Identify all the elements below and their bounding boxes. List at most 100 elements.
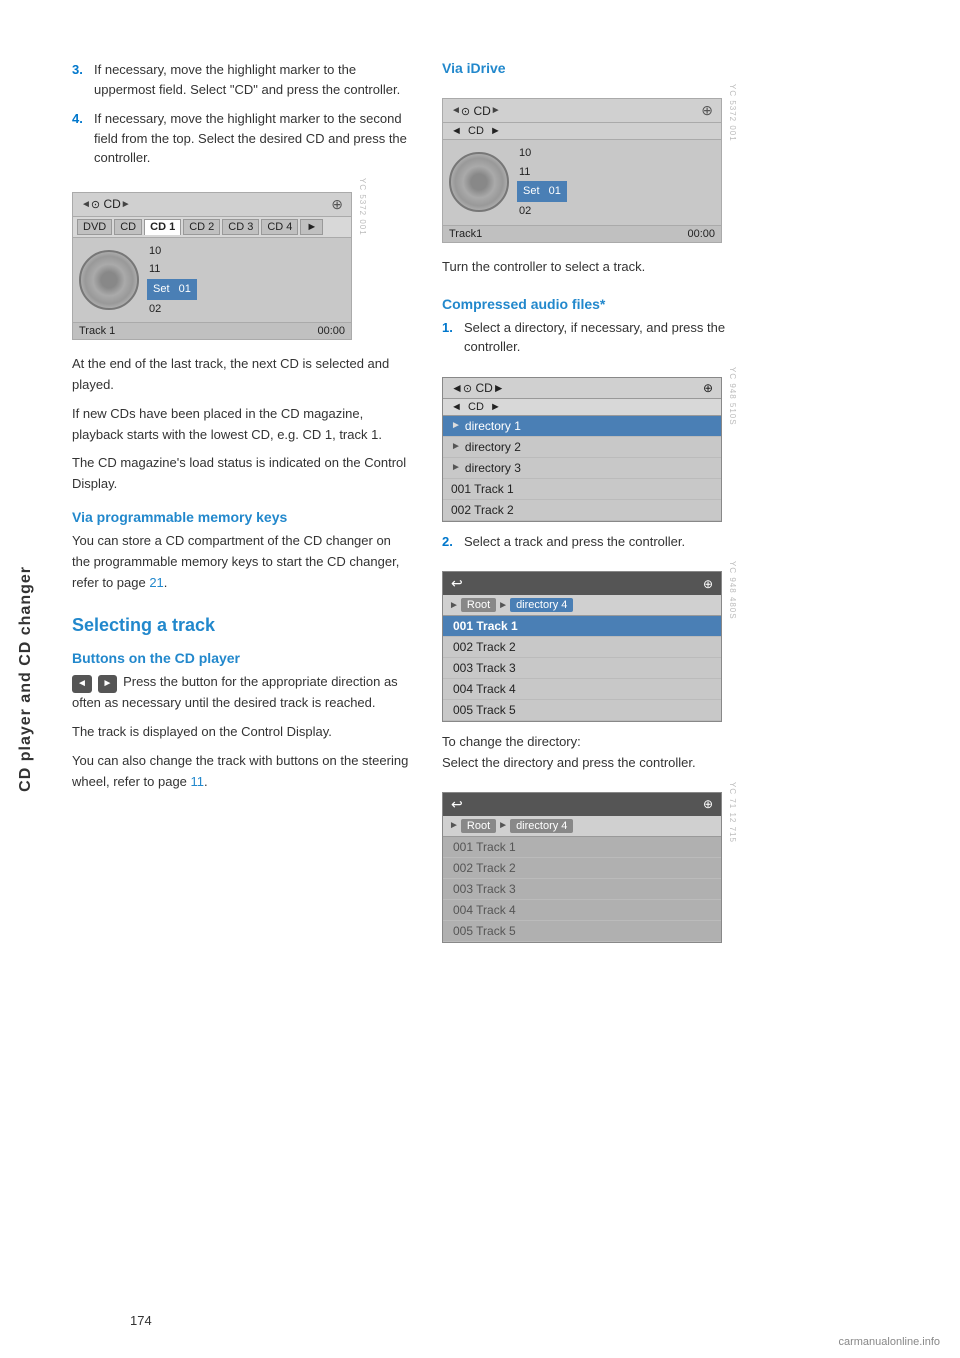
- step-3-text: If necessary, move the highlight marker …: [94, 60, 412, 99]
- dir-arrow-2: ►: [451, 441, 461, 452]
- track-row-2-3[interactable]: 003 Track 3: [443, 879, 721, 900]
- track-settings-icon-2: ⊕: [703, 797, 713, 811]
- path-dir-1[interactable]: directory 4: [510, 598, 573, 612]
- track-top-bar-1: ↩ ⊕: [443, 572, 721, 595]
- track-row-2-2[interactable]: 002 Track 2: [443, 858, 721, 879]
- tab-cd4[interactable]: CD 4: [261, 219, 298, 235]
- step-4: 4. If necessary, move the highlight mark…: [72, 109, 412, 168]
- track-row-1-2[interactable]: 002 Track 2: [443, 637, 721, 658]
- cd-nav-right: ►: [121, 199, 131, 210]
- idrive-screen: ◄ ⊙ CD ► ⊕ ◄ CD ► 10 11 Set: [442, 98, 722, 243]
- compressed-heading: Compressed audio files*: [442, 296, 782, 312]
- watermark: carmanualonline.info: [838, 1336, 940, 1348]
- dir-arrow-3: ►: [451, 462, 461, 473]
- tab-cd2[interactable]: CD 2: [183, 219, 220, 235]
- tab-dvd[interactable]: DVD: [77, 219, 112, 235]
- cd-time: 00:00: [317, 325, 345, 337]
- dir-row-track1[interactable]: 001 Track 1: [443, 479, 721, 500]
- path-arrow-root-2: ►: [449, 820, 459, 831]
- idrive-screen-wrap: ◄ ⊙ CD ► ⊕ ◄ CD ► 10 11 Set: [442, 84, 782, 257]
- track-path-bar-2: ► Root ► directory 4: [443, 816, 721, 837]
- tab-cd1[interactable]: CD 1: [144, 219, 181, 235]
- via-prog-text: You can store a CD compartment of the CD…: [72, 531, 412, 593]
- track-row-1-4[interactable]: 004 Track 4: [443, 679, 721, 700]
- cd-track-list: 10 11 Set 01 02: [147, 242, 197, 319]
- dir-row-track2[interactable]: 002 Track 2: [443, 500, 721, 521]
- compressed-step-2-num: 2.: [442, 532, 458, 552]
- idrive-track-10: 10: [517, 144, 567, 163]
- idrive-track-set-01: Set 01: [517, 181, 567, 202]
- path-arrow-dir-1: ►: [498, 600, 508, 611]
- dir-second-bar: ◄ CD ►: [443, 399, 721, 416]
- dir-row-1[interactable]: ► directory 1: [443, 416, 721, 437]
- idrive-time: 00:00: [687, 228, 715, 240]
- path-dir-2[interactable]: directory 4: [510, 819, 573, 833]
- step-4-text: If necessary, move the highlight marker …: [94, 109, 412, 168]
- idrive-disc-area: 10 11 Set 01 02: [443, 140, 721, 225]
- change-dir-text: To change the directory:Select the direc…: [442, 732, 782, 774]
- next-btn-icon[interactable]: ►: [98, 675, 118, 693]
- idrive-bottom-bar: Track1 00:00: [443, 225, 721, 242]
- idrive-settings-icon: ⊕: [701, 102, 713, 119]
- track-row-2-4[interactable]: 004 Track 4: [443, 900, 721, 921]
- path-arrow-dir-2: ►: [498, 820, 508, 831]
- prev-btn-icon[interactable]: ◄: [72, 675, 92, 693]
- dir-row-2[interactable]: ► directory 2: [443, 437, 721, 458]
- idrive-disc-graphic: [449, 152, 509, 212]
- idrive-track-02: 02: [517, 202, 567, 221]
- track-row-1-3[interactable]: 003 Track 3: [443, 658, 721, 679]
- compressed-step-2-text: Select a track and press the controller.: [464, 532, 685, 552]
- screen-label-dir: YC 948 510S: [728, 367, 737, 426]
- dir-arrow-1: ►: [451, 420, 461, 431]
- tab-cd[interactable]: CD: [114, 219, 142, 235]
- screen-label-track2: YC 71 12 715: [728, 782, 737, 843]
- idrive-nav-right: ►: [491, 105, 501, 116]
- buttons-heading: Buttons on the CD player: [72, 650, 412, 666]
- track-10: 10: [147, 242, 197, 261]
- page-link-21[interactable]: 21: [149, 575, 163, 590]
- track-11: 11: [147, 260, 197, 279]
- path-root-1[interactable]: Root: [461, 598, 496, 612]
- dir-top-bar: ◄ ⊙ CD ► ⊕: [443, 378, 721, 399]
- track-row-2-5[interactable]: 005 Track 5: [443, 921, 721, 942]
- track-02: 02: [147, 300, 197, 319]
- idrive-top-bar: ◄ ⊙ CD ► ⊕: [443, 99, 721, 123]
- dir-label-1: directory 1: [465, 419, 521, 433]
- right-column: Via iDrive ◄ ⊙ CD ► ⊕ ◄ CD ►: [442, 60, 782, 953]
- tab-more[interactable]: ►: [300, 219, 323, 235]
- compressed-step-1-num: 1.: [442, 318, 458, 357]
- track-screen-1-wrap: ↩ ⊕ ► Root ► directory 4 001 Track 1 002…: [442, 561, 782, 732]
- track-screen-2-wrap: ↩ ⊕ ► Root ► directory 4 001 Track 1 002…: [442, 782, 782, 953]
- sidebar-label: CD player and CD changer: [17, 566, 35, 792]
- page-link-11[interactable]: 11: [191, 774, 205, 789]
- track-row-2-1[interactable]: 001 Track 1: [443, 837, 721, 858]
- tab-cd3[interactable]: CD 3: [222, 219, 259, 235]
- track-row-1-1[interactable]: 001 Track 1: [443, 616, 721, 637]
- dir-track-2: 002 Track 2: [451, 503, 514, 517]
- settings-icon: ⊕: [331, 196, 343, 213]
- body-text-3: The CD magazine's load status is indicat…: [72, 453, 412, 495]
- cd-bottom-bar: Track 1 00:00: [73, 322, 351, 339]
- cd-screen-wrap: ◄ ⊙ CD ► ⊕ DVD CD CD 1 CD 2 CD 3 CD 4 ►: [72, 178, 412, 355]
- step-3-num: 3.: [72, 60, 88, 99]
- cd-disc-area: 10 11 Set 01 02: [73, 238, 351, 323]
- selecting-track-heading: Selecting a track: [72, 615, 412, 636]
- cd-tab-row: DVD CD CD 1 CD 2 CD 3 CD 4 ►: [73, 217, 351, 238]
- idrive-second-bar: ◄ CD ►: [443, 123, 721, 140]
- dir-second-nav: ◄ CD ►: [451, 401, 501, 413]
- screen-label-idrive: YC 5372 001: [728, 84, 737, 142]
- via-idrive-heading: Via iDrive: [442, 60, 782, 76]
- cd-player-screen: ◄ ⊙ CD ► ⊕ DVD CD CD 1 CD 2 CD 3 CD 4 ►: [72, 192, 352, 341]
- dir-row-3[interactable]: ► directory 3: [443, 458, 721, 479]
- path-root-2[interactable]: Root: [461, 819, 496, 833]
- track-row-1-5[interactable]: 005 Track 5: [443, 700, 721, 721]
- track-screen-1: ↩ ⊕ ► Root ► directory 4 001 Track 1 002…: [442, 571, 722, 722]
- idrive-track-name: Track1: [449, 228, 482, 240]
- dir-settings-icon: ⊕: [703, 381, 713, 395]
- idrive-top-label: ⊙ CD: [461, 104, 491, 118]
- screen-label-track1: YC 948 480S: [728, 561, 737, 620]
- cd-track-name: Track 1: [79, 325, 115, 337]
- step-3: 3. If necessary, move the highlight mark…: [72, 60, 412, 99]
- track-top-bar-2: ↩ ⊕: [443, 793, 721, 816]
- buttons-text-pre: ◄ ► Press the button for the appropriate…: [72, 672, 412, 714]
